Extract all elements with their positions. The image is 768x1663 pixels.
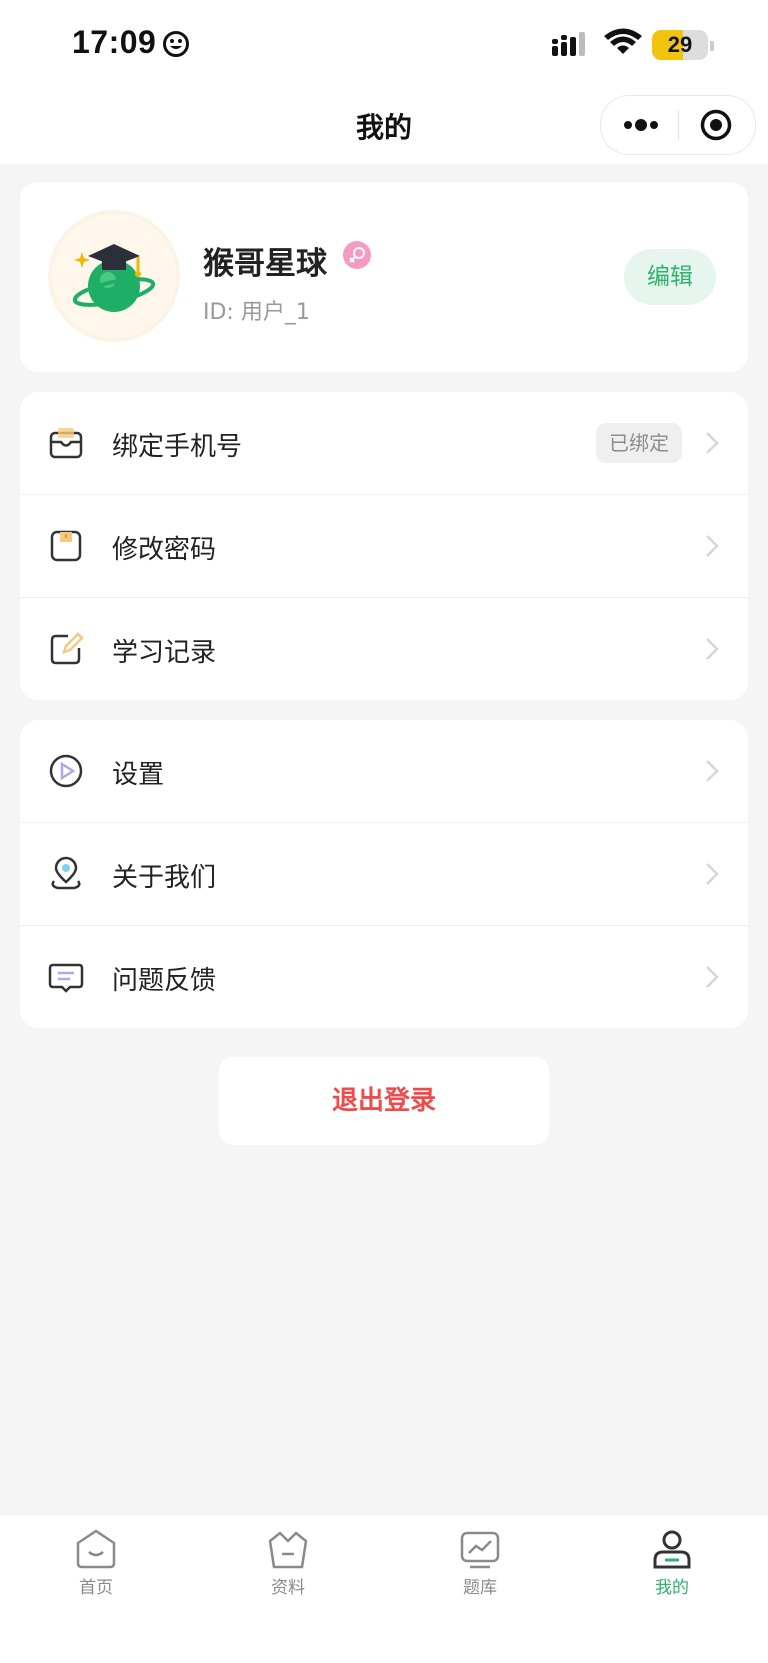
study-record-icon [50,632,84,665]
tab-question-bank[interactable]: 题库 [420,1527,540,1607]
battery-indicator: 29 [652,30,708,60]
location-icon [51,856,81,890]
profile-icon [653,1530,691,1569]
materials-icon [268,1531,308,1569]
bound-status-badge: 已绑定 [596,423,682,463]
chevron-right-icon [706,966,719,988]
more-icon[interactable] [623,112,659,138]
menu-label: 修改密码 [112,535,217,565]
menu-label: 绑定手机号 [112,432,243,462]
navigation-bar: 我的 [0,92,768,164]
user-id: ID: 用户_1 [203,300,310,325]
avatar[interactable] [52,214,176,338]
battery-tip [710,41,714,51]
menu-item-change-password[interactable]: 修改密码 [20,495,748,597]
chevron-right-icon [706,863,719,885]
menu-item-about-us[interactable]: 关于我们 [20,823,748,925]
menu-label: 关于我们 [112,863,217,893]
tab-home[interactable]: 首页 [36,1527,156,1607]
menu-item-study-record[interactable]: 学习记录 [20,598,748,700]
account-menu: 绑定手机号 已绑定 修改密码 学习记录 [20,392,748,700]
close-target-icon[interactable] [699,108,733,142]
tab-label: 我的 [655,1578,689,1598]
mini-program-capsule [600,95,756,155]
planet-graduate-icon [72,244,156,312]
logout-button[interactable]: 退出登录 [219,1057,549,1145]
status-time: 17:09 [72,24,157,60]
feedback-icon [48,963,84,993]
home-icon [76,1529,116,1569]
menu-label: 学习记录 [112,638,217,668]
tab-materials[interactable]: 资料 [228,1527,348,1607]
chevron-right-icon [706,535,719,557]
general-menu: 设置 关于我们 问题反馈 [20,720,748,1028]
capsule-divider [678,110,679,140]
settings-play-icon [49,754,83,788]
chevron-right-icon [706,432,719,454]
tab-bar: 首页 资料 题库 我的 [0,1514,768,1663]
menu-item-settings[interactable]: 设置 [20,720,748,822]
tab-label: 首页 [79,1578,113,1598]
menu-item-feedback[interactable]: 问题反馈 [20,926,748,1028]
question-bank-icon [460,1531,500,1569]
tab-label: 资料 [271,1578,305,1598]
menu-label: 设置 [112,760,165,790]
status-bar: 17:09 29 [0,0,768,92]
battery-level: 29 [667,32,693,57]
tab-profile[interactable]: 我的 [612,1527,732,1607]
chevron-right-icon [706,760,719,782]
wifi-icon [604,28,642,54]
chevron-right-icon [706,638,719,660]
password-icon [50,530,82,562]
username: 猴哥星球 [203,246,327,282]
tab-label: 题库 [463,1578,497,1598]
edit-profile-button[interactable]: 编辑 [624,249,716,305]
menu-item-bind-phone[interactable]: 绑定手机号 已绑定 [20,392,748,494]
phone-bind-icon [49,428,83,459]
profile-card: 猴哥星球 ID: 用户_1 编辑 [20,182,748,372]
menu-label: 问题反馈 [112,966,217,996]
female-gender-icon [343,241,371,269]
smile-icon [163,31,189,57]
signal-icon [552,32,585,56]
